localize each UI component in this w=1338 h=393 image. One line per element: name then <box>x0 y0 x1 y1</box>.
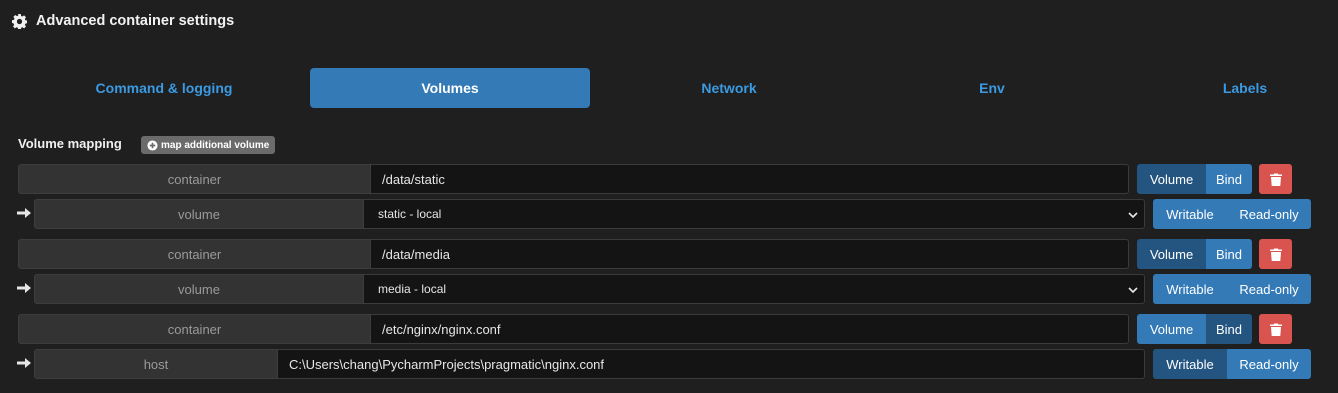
bind-type-button[interactable]: Bind <box>1206 314 1252 344</box>
volume-select[interactable]: media - local <box>364 274 1145 304</box>
volume-select-value: media - local <box>378 282 447 296</box>
map-additional-volume-label: map additional volume <box>161 139 270 151</box>
tab-network[interactable]: Network <box>590 68 868 108</box>
remove-volume-button[interactable] <box>1259 314 1292 344</box>
settings-tabs: Command & logging Volumes Network Env La… <box>18 68 1338 108</box>
writable-button[interactable]: Writable <box>1153 199 1227 229</box>
writable-button[interactable]: Writable <box>1153 274 1227 304</box>
tab-env[interactable]: Env <box>868 68 1116 108</box>
chevron-down-icon <box>1128 287 1138 294</box>
plus-circle-icon <box>147 139 158 151</box>
remove-volume-button[interactable] <box>1259 164 1292 194</box>
tab-command-logging[interactable]: Command & logging <box>18 68 310 108</box>
container-path-input[interactable]: /data/media <box>371 239 1129 269</box>
volume-type-toggle: Volume Bind <box>1137 164 1252 194</box>
volume-type-button[interactable]: Volume <box>1137 314 1206 344</box>
trash-icon <box>1269 323 1282 336</box>
writable-button[interactable]: Writable <box>1153 349 1227 379</box>
volume-select[interactable]: static - local <box>364 199 1145 229</box>
volume-source-row: volume static - local <box>34 199 1145 229</box>
container-path-addon: container <box>18 164 371 194</box>
read-only-button[interactable]: Read-only <box>1227 349 1311 379</box>
arrow-right-icon <box>17 358 31 368</box>
access-mode-toggle: Writable Read-only <box>1153 274 1311 304</box>
volume-source-row: volume media - local <box>34 274 1145 304</box>
volume-source-addon: volume <box>34 199 364 229</box>
remove-volume-button[interactable] <box>1259 239 1292 269</box>
host-path-row: host C:\Users\chang\PycharmProjects\prag… <box>34 349 1145 379</box>
read-only-button[interactable]: Read-only <box>1227 274 1311 304</box>
trash-icon <box>1269 173 1282 186</box>
volume-type-toggle: Volume Bind <box>1137 239 1252 269</box>
tab-labels[interactable]: Labels <box>1116 68 1338 108</box>
container-path-input[interactable]: /data/static <box>371 164 1129 194</box>
trash-icon <box>1269 248 1282 261</box>
bind-type-button[interactable]: Bind <box>1206 239 1252 269</box>
container-path-input[interactable]: /etc/nginx/nginx.conf <box>371 314 1129 344</box>
access-mode-toggle: Writable Read-only <box>1153 349 1311 379</box>
container-path-row: container /data/media <box>18 239 1129 269</box>
container-path-addon: container <box>18 314 371 344</box>
arrow-right-icon <box>17 208 31 218</box>
bind-type-button[interactable]: Bind <box>1206 164 1252 194</box>
volume-mapping-label: Volume mapping <box>18 136 122 151</box>
container-path-row: container /data/static <box>18 164 1129 194</box>
host-path-addon: host <box>34 349 278 379</box>
volume-source-addon: volume <box>34 274 364 304</box>
container-path-row: container /etc/nginx/nginx.conf <box>18 314 1129 344</box>
volume-select-value: static - local <box>378 207 442 221</box>
arrow-right-icon <box>17 283 31 293</box>
volume-type-button[interactable]: Volume <box>1137 239 1206 269</box>
section-title: Advanced container settings <box>36 13 235 29</box>
read-only-button[interactable]: Read-only <box>1227 199 1311 229</box>
map-additional-volume-button[interactable]: map additional volume <box>141 136 276 154</box>
host-path-input[interactable]: C:\Users\chang\PycharmProjects\pragmatic… <box>278 349 1145 379</box>
container-path-addon: container <box>18 239 371 269</box>
chevron-down-icon <box>1128 212 1138 219</box>
volume-type-button[interactable]: Volume <box>1137 164 1206 194</box>
gear-icon <box>12 13 27 29</box>
section-header: Advanced container settings <box>12 11 234 31</box>
tab-volumes[interactable]: Volumes <box>310 68 590 108</box>
access-mode-toggle: Writable Read-only <box>1153 199 1311 229</box>
volume-type-toggle: Volume Bind <box>1137 314 1252 344</box>
